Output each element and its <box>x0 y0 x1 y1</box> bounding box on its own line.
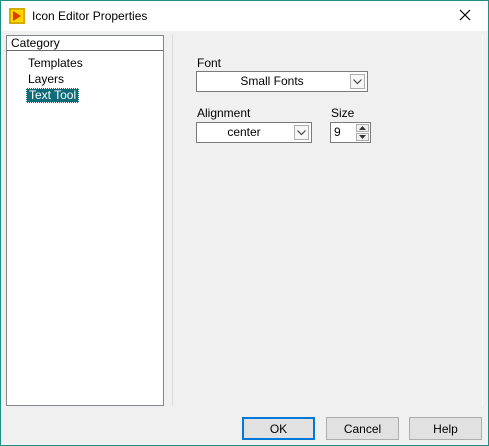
help-button[interactable]: Help <box>409 417 482 440</box>
spin-up-icon[interactable] <box>356 124 369 132</box>
chevron-down-icon[interactable] <box>294 125 309 140</box>
category-item-layers[interactable]: Layers <box>26 72 66 87</box>
title-bar[interactable]: Icon Editor Properties <box>1 1 488 31</box>
close-icon <box>459 9 471 24</box>
dialog-window: Icon Editor Properties Category Template… <box>0 0 489 446</box>
font-select[interactable]: Small Fonts <box>196 71 368 92</box>
size-value[interactable]: 9 <box>334 123 341 142</box>
labview-icon <box>9 8 25 24</box>
size-spinbox[interactable]: 9 <box>330 122 371 143</box>
window-title: Icon Editor Properties <box>32 9 148 23</box>
font-select-value: Small Fonts <box>240 74 304 88</box>
close-button[interactable] <box>442 1 488 31</box>
alignment-select[interactable]: center <box>196 122 312 143</box>
alignment-label: Alignment <box>197 106 251 120</box>
chevron-down-icon[interactable] <box>350 74 365 89</box>
alignment-select-value: center <box>227 125 261 139</box>
ok-button[interactable]: OK <box>242 417 315 440</box>
spin-down-icon[interactable] <box>356 133 369 141</box>
category-item-templates[interactable]: Templates <box>26 56 85 71</box>
category-item-text-tool[interactable]: Text Tool <box>26 88 80 103</box>
dialog-body: Category Templates Layers Text Tool Font… <box>1 31 488 445</box>
text-tool-settings-pane: Font Small Fonts Alignment center Size 9 <box>172 35 483 406</box>
category-header[interactable]: Category <box>7 36 163 51</box>
size-label: Size <box>331 106 355 120</box>
category-list-panel: Category Templates Layers Text Tool <box>6 35 164 406</box>
size-spin-buttons <box>356 124 369 141</box>
cancel-button[interactable]: Cancel <box>326 417 399 440</box>
font-label: Font <box>197 56 222 70</box>
